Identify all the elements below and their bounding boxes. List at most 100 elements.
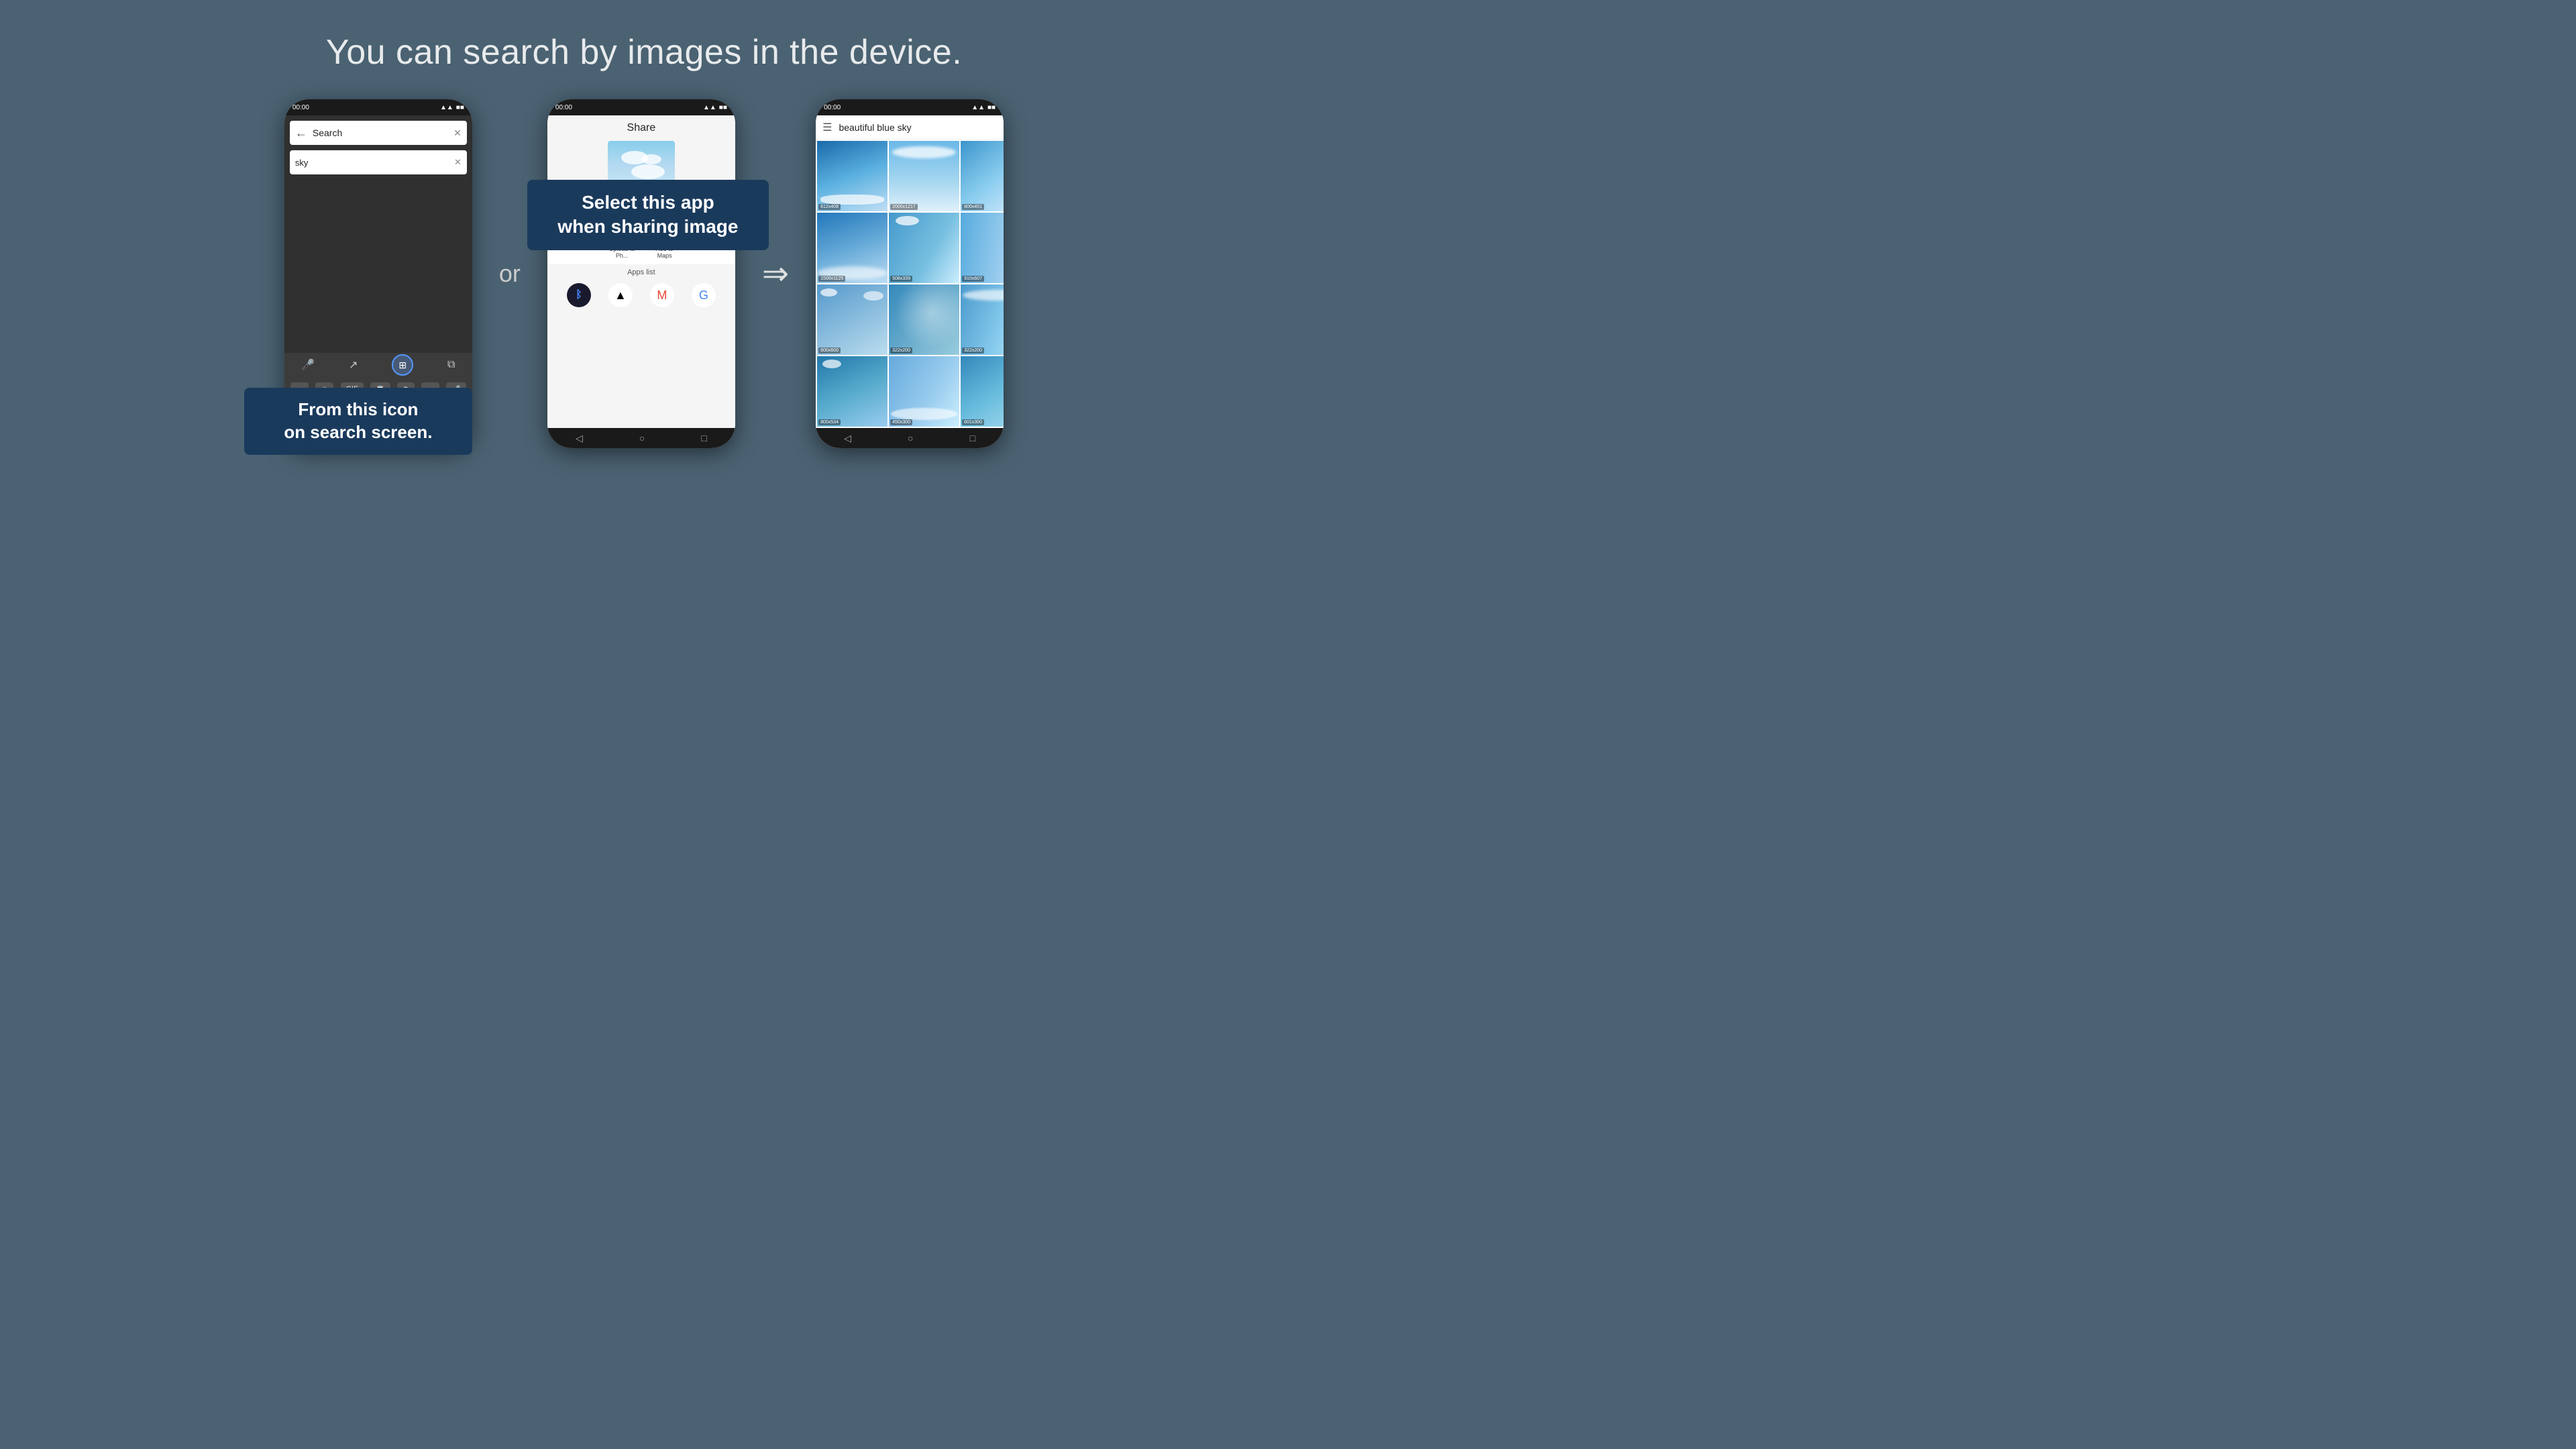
phone3-status-bar: 00:00 ▲▲ ■■ — [816, 99, 1004, 115]
phone2: 00:00 ▲▲ ■■ Share — [547, 99, 735, 448]
cloud-glow-8 — [889, 284, 959, 355]
phone1-time: 00:00 — [292, 104, 309, 111]
phone1-wrapper: 00:00 ▲▲ ■■ ← Search ✕ s — [284, 99, 472, 448]
cloud-img11 — [891, 408, 957, 420]
phone3-signal-icon: ■■ — [987, 104, 996, 111]
grid-item-7[interactable]: 600x600 — [817, 284, 888, 355]
grid-image-9 — [961, 284, 1004, 355]
grid-image-3 — [961, 141, 1004, 211]
phone3-wifi-icon: ▲▲ — [971, 104, 985, 111]
image-search-toolbar-icon[interactable]: ⊞ — [392, 354, 413, 376]
grid-item-5[interactable]: 508x339 — [889, 213, 959, 283]
or-connector: or — [499, 260, 521, 288]
phone3-status-icons: ▲▲ ■■ — [971, 104, 996, 111]
grid-label-12: 601x300 — [962, 419, 984, 425]
app-google[interactable]: G — [692, 283, 716, 307]
phone2-screen: 00:00 ▲▲ ■■ Share — [547, 99, 735, 448]
page-title: You can search by images in the device. — [326, 32, 962, 72]
phone2-nav-back[interactable]: ◁ — [576, 433, 583, 444]
grid-item-1[interactable]: 612x408 — [817, 141, 888, 211]
grid-item-8[interactable]: 322x200 — [889, 284, 959, 355]
grid-image-12 — [961, 356, 1004, 427]
grid-item-6[interactable]: 910x607 — [961, 213, 1004, 283]
grid-item-3[interactable]: 800x451 — [961, 141, 1004, 211]
phone2-time: 00:00 — [555, 104, 572, 111]
app-drive[interactable]: ▲ — [608, 283, 633, 307]
image-icon: ⊞ — [398, 360, 407, 371]
results-search-title: beautiful blue sky — [839, 122, 911, 133]
phone1-status-icons: ▲▲ ■■ — [440, 104, 464, 111]
drive-icon: ▲ — [614, 288, 627, 303]
grid-label-9: 322x200 — [962, 347, 984, 354]
mic-toolbar-icon[interactable]: 🎤 — [301, 358, 315, 372]
bt-icon2: ᛒ — [576, 289, 582, 301]
phone1-search-bar[interactable]: ← Search ✕ — [290, 121, 467, 145]
grid-label-11: 450x300 — [890, 419, 912, 425]
img-bg-12 — [961, 356, 1004, 427]
google-icon: G — [699, 288, 708, 303]
img-bg-6 — [961, 213, 1004, 283]
grid-image-1 — [817, 141, 888, 211]
grid-image-2 — [889, 141, 959, 211]
back-icon[interactable]: ← — [295, 126, 307, 140]
grid-label-3: 800x451 — [962, 204, 984, 210]
phones-row: 00:00 ▲▲ ■■ ← Search ✕ s — [0, 99, 1288, 448]
cloud3 — [631, 164, 665, 179]
search-bar-label: Search — [313, 127, 453, 138]
phone2-tooltip: Select this app when sharing image — [527, 180, 769, 250]
phone3-content: ☰ beautiful blue sky 612x408 — [816, 115, 1004, 448]
grid-image-6 — [961, 213, 1004, 283]
share-title: Share — [547, 115, 735, 141]
grid-item-9[interactable]: 322x200 — [961, 284, 1004, 355]
grid-label-8: 322x200 — [890, 347, 912, 354]
phone2-status-bar: 00:00 ▲▲ ■■ — [547, 99, 735, 115]
search-clear-icon[interactable]: ✕ — [453, 127, 462, 139]
grid-label-10: 800x534 — [818, 419, 841, 425]
phone2-nav-recent[interactable]: □ — [701, 433, 706, 443]
phone2-tooltip-line1: Select this app — [582, 192, 714, 213]
grid-label-6: 910x607 — [962, 276, 984, 282]
gmail-icon: M — [657, 288, 667, 303]
phone2-nav-bar: ◁ ○ □ — [547, 428, 735, 448]
grid-label-4: 1500x1125 — [818, 276, 845, 282]
wifi-icon: ▲▲ — [440, 104, 453, 111]
phone1-tooltip-line1: From this icon — [298, 399, 418, 419]
grid-label-2: 2000x1217 — [890, 204, 918, 210]
trend-icon[interactable]: ↗ — [349, 358, 358, 372]
hamburger-menu-icon[interactable]: ☰ — [822, 121, 832, 134]
grid-image-10 — [817, 356, 888, 427]
phone3-nav-bar: ◁ ○ □ — [816, 428, 1004, 448]
phone3-nav-back[interactable]: ◁ — [844, 433, 851, 444]
grid-item-4[interactable]: 1500x1125 — [817, 213, 888, 283]
phone1-search-input[interactable]: sky ✕ — [290, 150, 467, 174]
phone3-wrapper: 00:00 ▲▲ ■■ ☰ beautiful blue sky — [816, 99, 1004, 448]
phone3: 00:00 ▲▲ ■■ ☰ beautiful blue sky — [816, 99, 1004, 448]
copy-icon[interactable]: ⧉ — [447, 359, 455, 371]
cloud-img1 — [820, 195, 884, 205]
grid-image-7 — [817, 284, 888, 355]
phone1-tooltip-line2: on search screen. — [284, 422, 432, 442]
image-grid: 612x408 2000x1217 — [816, 140, 1004, 428]
grid-item-2[interactable]: 2000x1217 — [889, 141, 959, 211]
grid-item-10[interactable]: 800x534 — [817, 356, 888, 427]
grid-item-12[interactable]: 601x300 🔍 — [961, 356, 1004, 427]
grid-label-1: 612x408 — [818, 204, 841, 210]
phone2-wifi-icon: ▲▲ — [703, 104, 716, 111]
phone3-nav-recent[interactable]: □ — [970, 433, 975, 443]
signal-icon: ■■ — [456, 104, 464, 111]
apps-list-label: Apps list — [547, 264, 735, 280]
app-gmail[interactable]: M — [650, 283, 674, 307]
cloud-img5 — [896, 216, 919, 225]
cloud-img7b — [863, 291, 883, 301]
phone2-signal-icon: ■■ — [719, 104, 727, 111]
search-input-clear[interactable]: ✕ — [454, 157, 462, 168]
cloud-img7 — [820, 288, 837, 297]
phone3-nav-home[interactable]: ○ — [908, 433, 913, 443]
grid-item-11[interactable]: 450x300 — [889, 356, 959, 427]
cloud-img2 — [892, 146, 956, 158]
cloud-img10 — [822, 360, 841, 368]
phone2-nav-home[interactable]: ○ — [639, 433, 645, 443]
phone2-wrapper: 00:00 ▲▲ ■■ Share — [547, 99, 735, 448]
arrow-connector: ⇒ — [762, 255, 789, 292]
app-bluetooth2[interactable]: ᛒ — [567, 283, 591, 307]
